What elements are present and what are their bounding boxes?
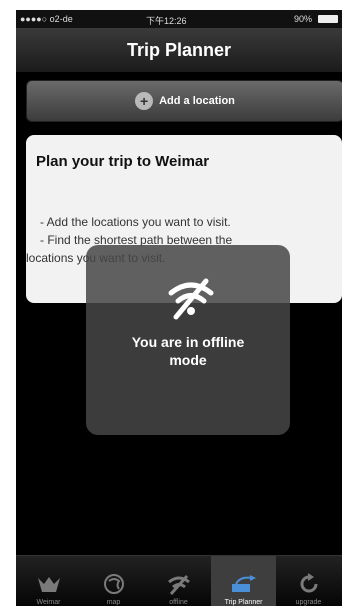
tab-upgrade-label: upgrade	[295, 599, 322, 606]
tab-map[interactable]: map	[81, 556, 146, 606]
add-location-button[interactable]: + Add a location	[26, 80, 342, 122]
tab-offline[interactable]: offline	[146, 556, 211, 606]
battery-percent: 90%	[293, 14, 312, 24]
tab-trip-planner[interactable]: Trip Planner	[211, 556, 276, 606]
page-title: Trip Planner	[126, 40, 232, 60]
card-title: Plan your trip to Weimar	[36, 153, 210, 170]
offline-message-line1: You are in offline	[131, 334, 245, 350]
tab-map-label: map	[106, 599, 121, 606]
offline-overlay: You are in offline mode	[86, 245, 290, 435]
navigation-bar: Trip Planner	[16, 28, 342, 73]
status-bar: ●●●●○ o2-de 下午12:26 90%	[16, 10, 342, 28]
offline-message-line2: mode	[169, 352, 207, 368]
refresh-icon	[295, 573, 323, 595]
no-wifi-icon	[168, 278, 214, 320]
phone-screen: ●●●●○ o2-de 下午12:26 90% Trip Planner + A…	[16, 10, 342, 606]
globe-icon	[100, 573, 128, 595]
time-label: 下午12:26	[146, 16, 187, 26]
tab-trip-planner-label: Trip Planner	[224, 599, 263, 606]
no-wifi-tab-icon	[165, 573, 193, 595]
tab-weimar-label: Weimar	[36, 599, 61, 606]
carrier-label: ●●●●○ o2-de	[20, 14, 73, 24]
plus-icon: +	[135, 92, 154, 110]
card-instruction-1: - Add the locations you want to visit.	[40, 215, 231, 229]
tab-offline-label: offline	[169, 599, 188, 606]
trip-planner-icon	[230, 573, 258, 595]
offline-message: You are in offline mode	[86, 333, 290, 369]
tab-upgrade[interactable]: upgrade	[276, 556, 341, 606]
tab-bar: Weimar map offline Trip Planner upgrade	[16, 555, 342, 606]
tab-weimar[interactable]: Weimar	[16, 556, 81, 606]
battery-icon	[318, 15, 338, 23]
add-location-label: Add a location	[159, 95, 235, 107]
weimar-icon	[35, 573, 63, 595]
